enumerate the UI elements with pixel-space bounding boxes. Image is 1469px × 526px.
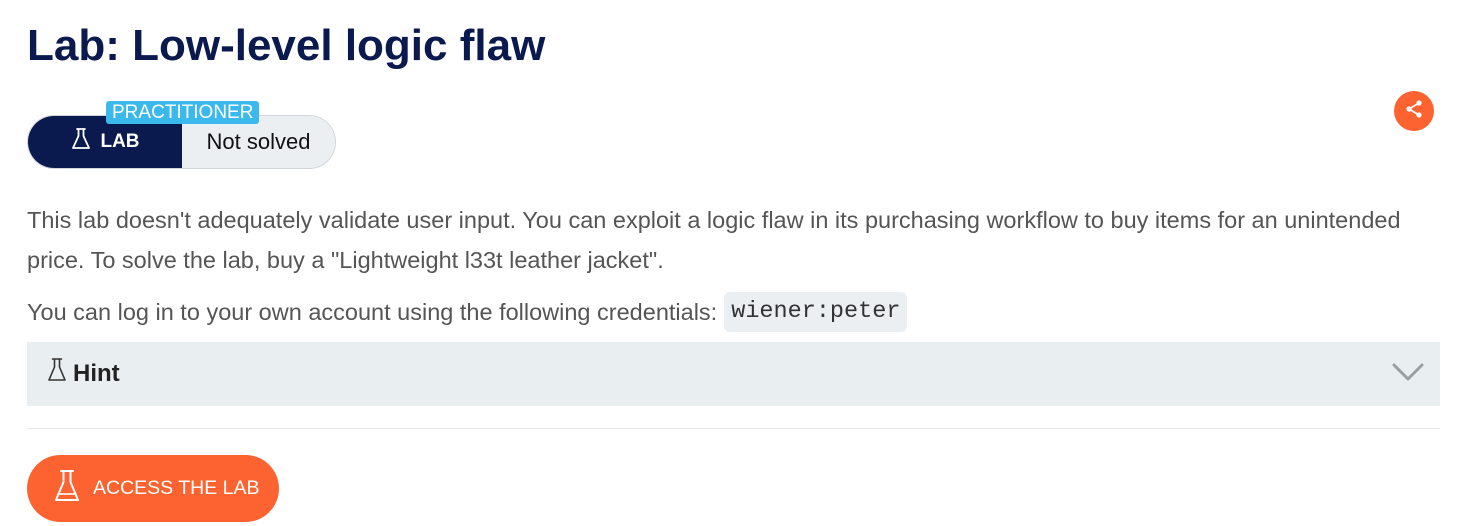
share-button[interactable]	[1394, 91, 1434, 131]
lab-description: This lab doesn't adequately validate use…	[27, 207, 1401, 273]
flask-icon	[46, 357, 68, 388]
page-title: Lab: Low-level logic flaw	[27, 21, 546, 70]
flask-icon	[70, 127, 92, 157]
access-lab-label: ACCESS THE LAB	[93, 477, 260, 499]
access-lab-button[interactable]: ACCESS THE LAB	[27, 455, 279, 522]
hint-label: Hint	[73, 360, 120, 387]
hint-toggle[interactable]: Hint	[27, 342, 1440, 406]
chevron-down-icon	[1392, 362, 1424, 387]
credentials-line: You can log in to your own account using…	[27, 292, 908, 332]
credentials-text: You can log in to your own account using…	[27, 299, 718, 325]
credentials-code: wiener:peter	[724, 292, 908, 332]
divider	[27, 428, 1440, 429]
lab-type-label: LAB	[100, 131, 140, 152]
level-tag: PRACTITIONER	[106, 101, 260, 124]
flask-icon	[53, 469, 81, 509]
share-icon	[1404, 99, 1424, 124]
